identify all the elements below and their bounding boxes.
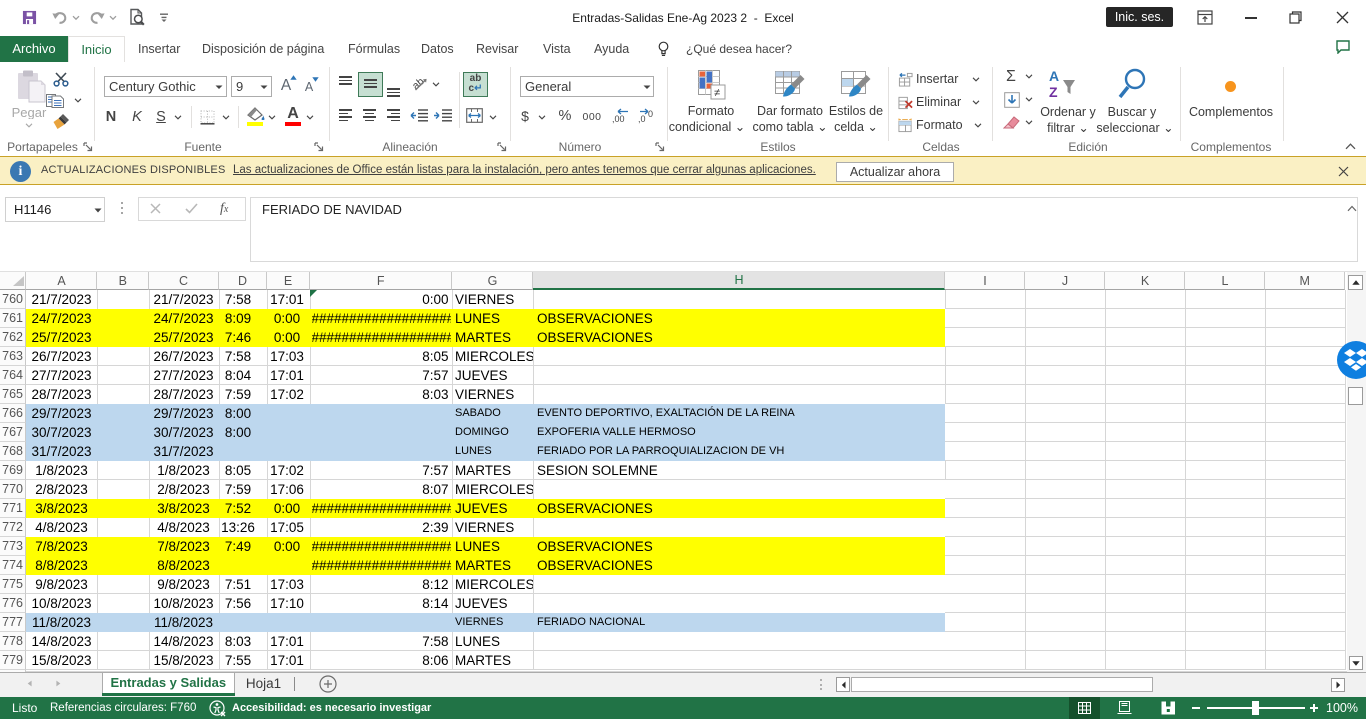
svg-text:,00: ,00	[612, 114, 625, 124]
svg-text:ab: ab	[411, 75, 427, 92]
svg-text:A: A	[1049, 68, 1059, 84]
svg-text:,0: ,0	[638, 114, 646, 124]
svg-text:≠: ≠	[714, 87, 720, 99]
svg-text:0: 0	[648, 109, 653, 119]
svg-text:Z: Z	[1049, 84, 1058, 100]
